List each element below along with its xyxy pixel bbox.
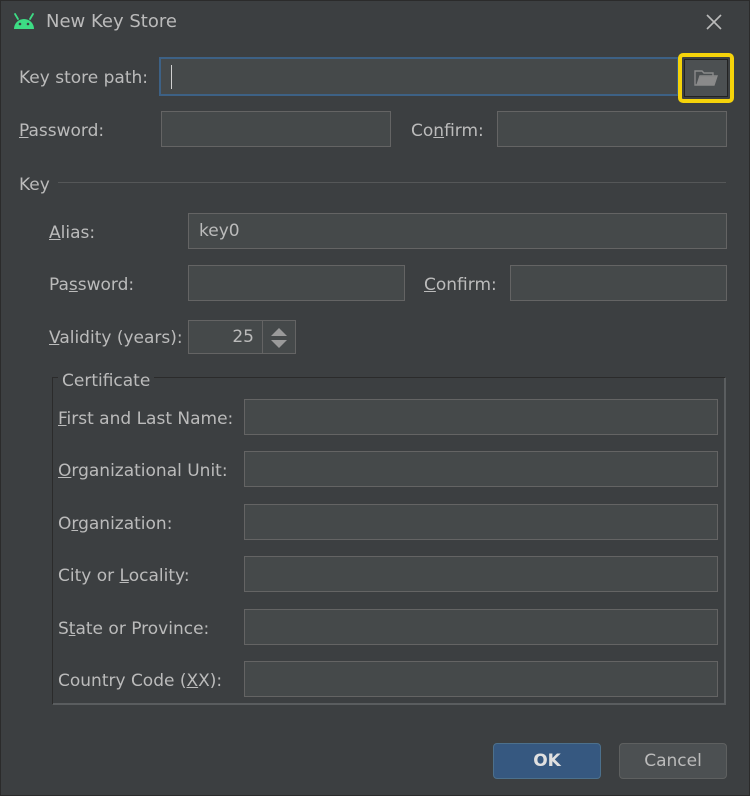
alias-label: Alias:: [49, 223, 96, 243]
key-password-input[interactable]: [188, 265, 405, 301]
close-icon: [706, 14, 722, 30]
key-confirm-label: Confirm:: [424, 275, 497, 295]
first-last-name-input[interactable]: [244, 399, 718, 435]
folder-open-icon: [694, 70, 718, 86]
keystore-confirm-input[interactable]: [497, 111, 727, 147]
alias-input[interactable]: key0: [188, 213, 727, 249]
key-section-label: Key: [19, 175, 50, 195]
organization-input[interactable]: [244, 504, 718, 540]
validity-spinner-input[interactable]: 25: [188, 320, 264, 354]
android-icon: [14, 13, 34, 29]
spinner-down-icon[interactable]: [271, 340, 287, 348]
city-locality-input[interactable]: [244, 556, 718, 592]
close-button[interactable]: [700, 8, 728, 36]
validity-spinner-arrows[interactable]: [262, 320, 296, 354]
country-code-input[interactable]: [244, 661, 718, 697]
ok-button[interactable]: OK: [493, 743, 601, 779]
state-province-label: State or Province:: [58, 619, 210, 639]
spinner-up-icon[interactable]: [271, 328, 287, 336]
key-store-path-label: Key store path:: [19, 68, 149, 88]
cancel-button[interactable]: Cancel: [619, 743, 727, 779]
window-title: New Key Store: [46, 11, 177, 32]
key-password-label: Password:: [49, 275, 135, 295]
certificate-group-title: Certificate: [58, 370, 155, 392]
first-last-name-label: First and Last Name:: [58, 409, 234, 429]
organization-label: Organization:: [58, 514, 173, 534]
city-locality-label: City or Locality:: [58, 566, 190, 586]
key-store-path-input[interactable]: [159, 57, 679, 96]
key-confirm-input[interactable]: [510, 265, 727, 301]
alias-value: key0: [199, 221, 240, 241]
title-bar: New Key Store: [0, 0, 750, 46]
browse-button-face[interactable]: [684, 59, 728, 97]
keystore-confirm-label: Confirm:: [411, 121, 484, 141]
keystore-password-label: Password:: [19, 121, 105, 141]
state-province-input[interactable]: [244, 609, 718, 645]
validity-value: 25: [232, 327, 254, 347]
validity-label: Validity (years):: [49, 328, 183, 348]
key-section-divider: [58, 182, 726, 183]
keystore-password-input[interactable]: [161, 111, 391, 147]
country-code-label: Country Code (XX):: [58, 671, 223, 691]
organizational-unit-input[interactable]: [244, 451, 718, 487]
browse-button[interactable]: [678, 53, 734, 103]
text-caret: [171, 65, 172, 89]
organizational-unit-label: Organizational Unit:: [58, 461, 228, 481]
